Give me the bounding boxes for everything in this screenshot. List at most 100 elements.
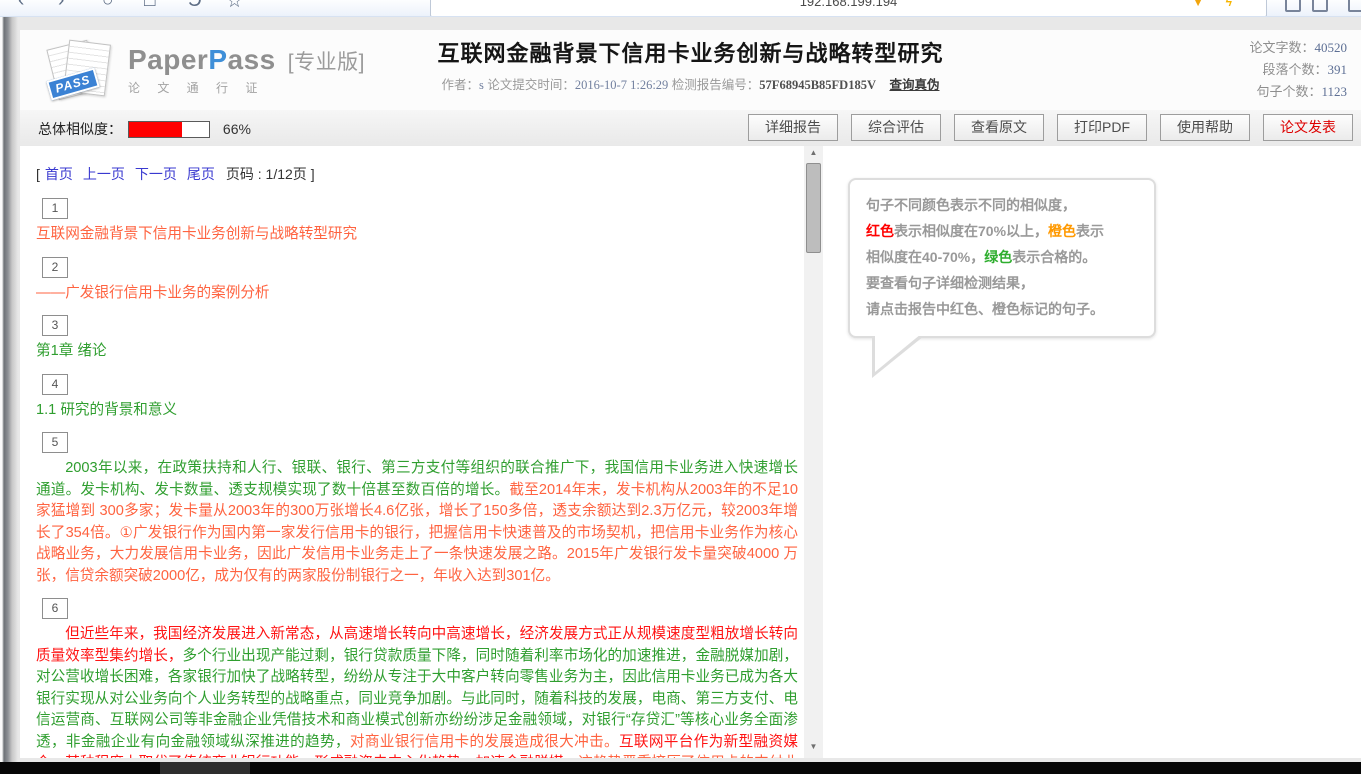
similarity-progress-bar: [128, 121, 210, 138]
brand-slogan: 论 文 通 行 证: [128, 79, 365, 96]
legend-line: 请点击报告中红色、橙色标记的句子。: [866, 296, 1138, 322]
snapshot-icon[interactable]: [1312, 0, 1328, 12]
paragraph-text: 但近些年来，我国经济发展进入新常态，从高速增长转向中高速增长，经济发展方式正从规…: [36, 624, 798, 758]
stat-value: 1123: [1321, 84, 1347, 99]
pagination-close-bracket: ]: [311, 166, 315, 182]
page-number-label: 页码 : 1/12页: [226, 166, 307, 182]
dropdown-arrow-icon[interactable]: ▼: [1192, 0, 1204, 9]
document-body: 1 互联网金融背景下信用卡业务创新与战略转型研究 2 ——广发银行信用卡业务的案例分析…: [36, 198, 798, 758]
legend-segment: 相似度在40-70%，: [866, 249, 984, 265]
stat-row: 段落个数：391: [1249, 59, 1347, 81]
similarity-group: 总体相似度： 66%: [38, 119, 251, 137]
legend-segment: 表示: [1076, 223, 1104, 239]
brand-edition: [专业版]: [288, 51, 365, 74]
legend-line: 相似度在40-70%，绿色表示合格的。: [866, 244, 1138, 270]
lightning-icon[interactable]: ϟ: [1226, 0, 1232, 9]
pagination-link[interactable]: 首页: [45, 166, 73, 182]
legend-segment: 请点击报告中红色、橙色标记的句子。: [866, 301, 1104, 317]
brand-paper: Paper: [128, 44, 208, 75]
sentence-segment[interactable]: ——广发银行信用卡业务的案例分析: [36, 285, 270, 301]
paragraph-text: 2003年以来，在政策扶持和人行、银联、银行、第三方支付等组织的联合推广下，我国…: [36, 458, 798, 587]
brand-name: PaperPass [专业版]: [128, 44, 365, 75]
legend-tail-fill: [875, 334, 921, 372]
stat-row: 句子个数：1123: [1249, 81, 1347, 103]
pagination-link[interactable]: 尾页: [187, 166, 215, 182]
scrollbar-down-arrow-icon[interactable]: ▼: [804, 742, 823, 756]
pagination-links: 首页上一页下一页尾页: [40, 166, 220, 182]
paper-title: 互联网金融背景下信用卡业务创新与战略转型研究: [437, 36, 943, 68]
toolbar-button[interactable]: 论文发表: [1263, 114, 1353, 141]
sentence-segment[interactable]: 互联网金融背景下信用卡业务创新与战略转型研究: [36, 226, 357, 242]
sentence-segment: 1.1 研究的背景和意义: [36, 402, 177, 418]
submit-time: 2016-10-7 1:26:29: [575, 78, 668, 92]
toolbar-button[interactable]: 综合评估: [851, 114, 941, 141]
similarity-progress-fill: [129, 122, 182, 137]
paragraph-number[interactable]: 3: [42, 315, 68, 336]
legend-segment: 要查看句子详细检测结果，: [866, 275, 1034, 291]
submit-label: 论文提交时间：: [487, 78, 575, 92]
back-icon[interactable]: ‹: [18, 0, 24, 12]
paper-sheets-icon: PASS: [50, 42, 112, 100]
stat-value: 40520: [1315, 40, 1348, 55]
toolbar-button[interactable]: 详细报告: [748, 114, 838, 141]
report-no: 57F68945B85FD185V: [759, 78, 876, 92]
author-value: s: [479, 78, 484, 92]
scrollbar-thumb[interactable]: [806, 163, 821, 253]
pagination: [首页上一页下一页尾页页码 : 1/12页 ]: [36, 164, 798, 184]
browser-toolbar: ‹›○□Ɔ☆ 192.168.199.194 ▼ϟ: [0, 0, 1361, 17]
legend-line: 句子不同颜色表示不同的相似度，: [866, 192, 1138, 218]
legend-text: 句子不同颜色表示不同的相似度，红色表示相似度在70%以上，橙色表示相似度在40-…: [866, 192, 1138, 322]
paragraph-text: 1.1 研究的背景和意义: [36, 400, 798, 422]
paragraph-number[interactable]: 6: [42, 598, 68, 619]
paragraph-text: 互联网金融背景下信用卡业务创新与战略转型研究: [36, 224, 798, 246]
legend-line: 红色表示相似度在70%以上，橙色表示: [866, 218, 1138, 244]
legend-color-term: 绿色: [984, 249, 1012, 265]
favorites-icon[interactable]: ☆: [226, 0, 243, 13]
legend-segment: 句子不同颜色表示不同的相似度，: [866, 197, 1076, 213]
toolbar-button[interactable]: 打印PDF: [1057, 114, 1147, 141]
similarity-percent: 66%: [223, 121, 251, 137]
document-panel: [首页上一页下一页尾页页码 : 1/12页 ] 1 互联网金融背景下信用卡业务创新…: [36, 156, 798, 758]
window-edge-shadow: [0, 16, 18, 762]
paragraph-text: ——广发银行信用卡业务的案例分析: [36, 283, 798, 305]
brand-ass: ass: [228, 44, 276, 75]
legend-tooltip: 句子不同颜色表示不同的相似度，红色表示相似度在70%以上，橙色表示相似度在40-…: [848, 178, 1156, 338]
paragraph-number[interactable]: 5: [42, 432, 68, 453]
window-icon[interactable]: [1348, 0, 1361, 12]
report-header: PASS PaperPass [专业版] 论 文 通 行 证 互联网金融背景下信用…: [20, 30, 1361, 111]
legend-segment: 表示相似度在70%以上，: [894, 223, 1048, 239]
brand-p: P: [208, 44, 227, 75]
paragraph-number[interactable]: 2: [42, 257, 68, 278]
legend-segment: 表示合格的。: [1012, 249, 1096, 265]
scrollbar-up-arrow-icon[interactable]: ▲: [804, 148, 823, 162]
address-bar[interactable]: 192.168.199.194 ▼ϟ: [430, 0, 1267, 17]
report-no-label: 检测报告编号：: [672, 78, 760, 92]
title-block: 互联网金融背景下信用卡业务创新与战略转型研究 作者：s 论文提交时间：2016-…: [437, 36, 943, 93]
sentence-segment: 第1章 绪论: [36, 343, 107, 359]
similarity-label: 总体相似度：: [38, 121, 122, 137]
history-icon[interactable]: Ɔ: [188, 0, 202, 12]
forward-icon[interactable]: ›: [58, 0, 64, 12]
paper-meta: 作者：s 论文提交时间：2016-10-7 1:26:29 检测报告编号：57F…: [437, 74, 943, 93]
brand-block: PaperPass [专业版] 论 文 通 行 证: [128, 44, 365, 96]
attachment-icon[interactable]: [1285, 0, 1301, 12]
refresh-icon[interactable]: ○: [102, 0, 113, 12]
verify-authenticity-link[interactable]: 查询真伪: [889, 78, 939, 92]
paragraph-number[interactable]: 4: [42, 374, 68, 395]
paragraph-text: 第1章 绪论: [36, 341, 798, 363]
toolbar-button[interactable]: 使用帮助: [1160, 114, 1250, 141]
paragraph-number[interactable]: 1: [42, 198, 68, 219]
document-scrollbar[interactable]: ▲ ▼: [804, 146, 823, 758]
report-content: [首页上一页下一页尾页页码 : 1/12页 ] 1 互联网金融背景下信用卡业务创新…: [20, 146, 1361, 758]
author-label: 作者：: [442, 78, 480, 92]
sentence-segment[interactable]: 对商业银行信用卡的发展造成很大冲击。: [350, 734, 619, 750]
stop-icon[interactable]: □: [144, 0, 155, 12]
toolbar-button[interactable]: 查看原文: [954, 114, 1044, 141]
toolbar-buttons: 详细报告综合评估查看原文打印PDF 使用帮助论文发表: [748, 114, 1353, 141]
stat-value: 391: [1328, 62, 1348, 77]
pagination-link[interactable]: 下一页: [135, 166, 177, 182]
stat-label: 论文字数：: [1249, 40, 1314, 55]
stat-label: 句子个数：: [1256, 84, 1321, 99]
legend-color-term: 红色: [866, 223, 894, 239]
pagination-link[interactable]: 上一页: [83, 166, 125, 182]
